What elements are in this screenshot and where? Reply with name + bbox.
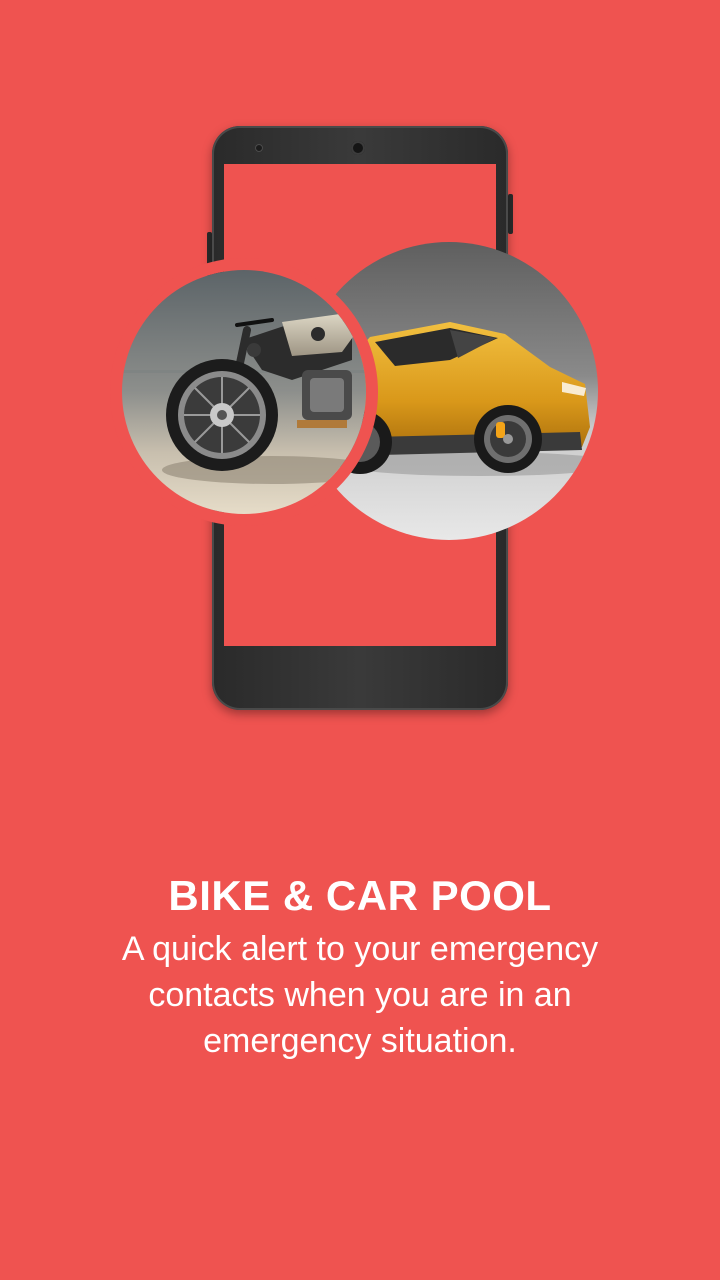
phone-speaker-icon	[255, 144, 263, 152]
motorcycle-image	[122, 270, 366, 514]
phone-side-button	[508, 194, 513, 234]
onboarding-screen: BIKE & CAR POOL A quick alert to your em…	[0, 0, 720, 1280]
onboarding-title: BIKE & CAR POOL	[168, 872, 552, 919]
phone-camera-icon	[351, 141, 365, 155]
onboarding-description: A quick alert to your emergency contacts…	[121, 930, 599, 1060]
